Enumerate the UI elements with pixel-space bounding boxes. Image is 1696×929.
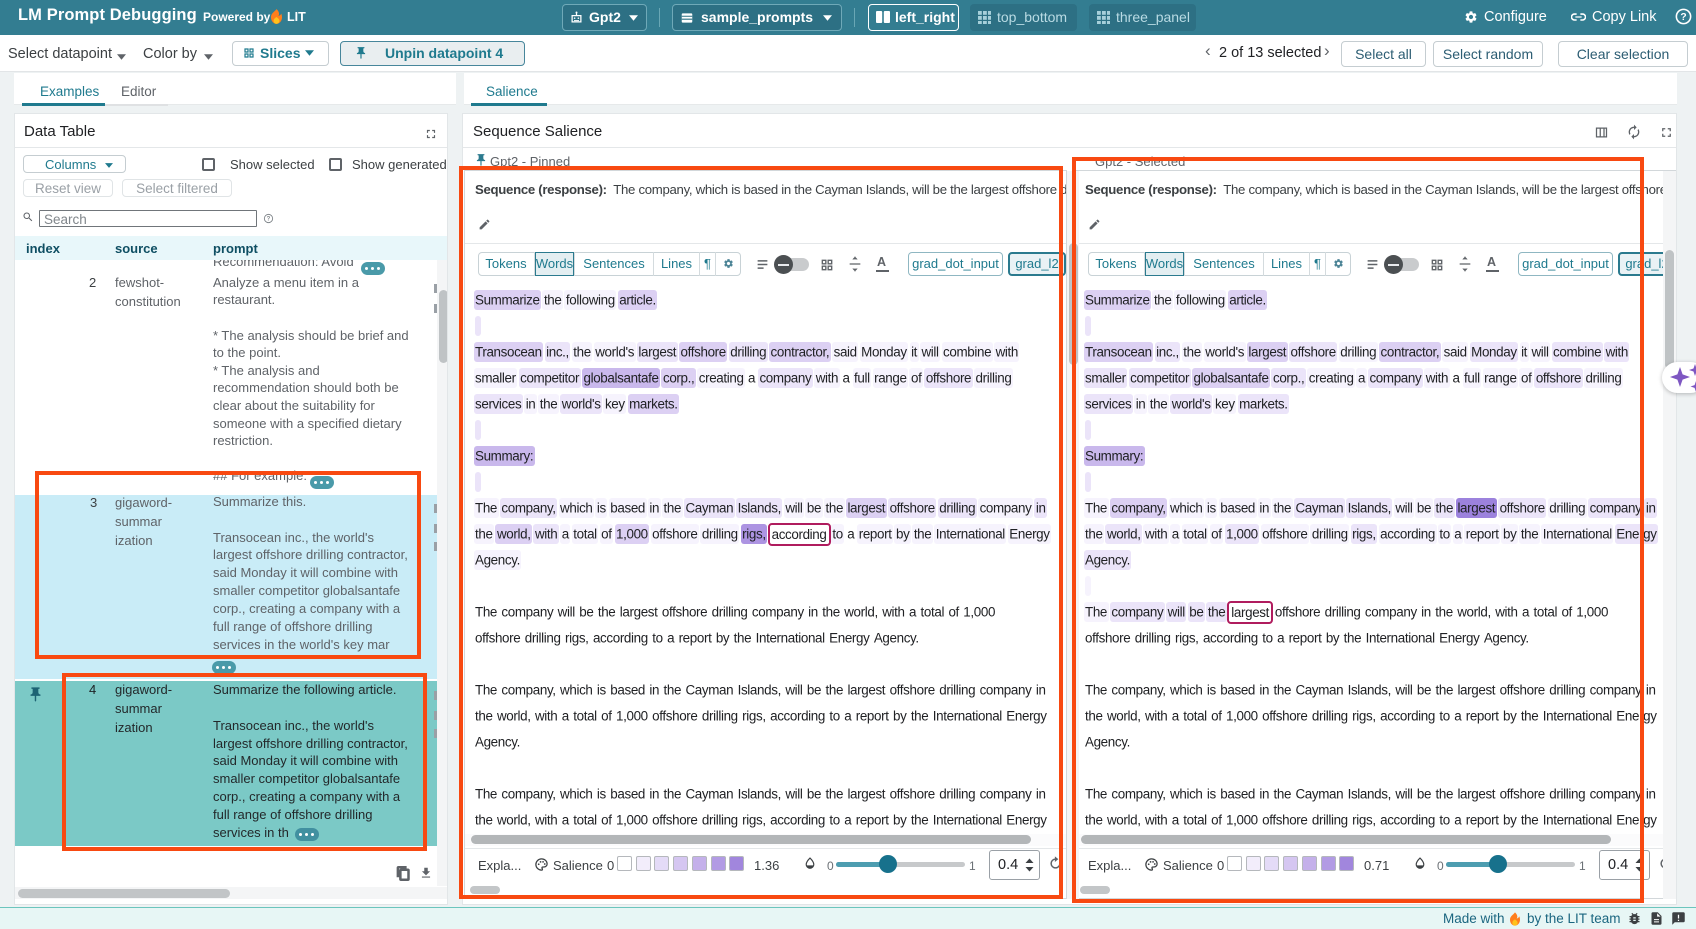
svg-text:?: ? <box>267 217 271 223</box>
svg-text:?: ? <box>1680 12 1686 23</box>
